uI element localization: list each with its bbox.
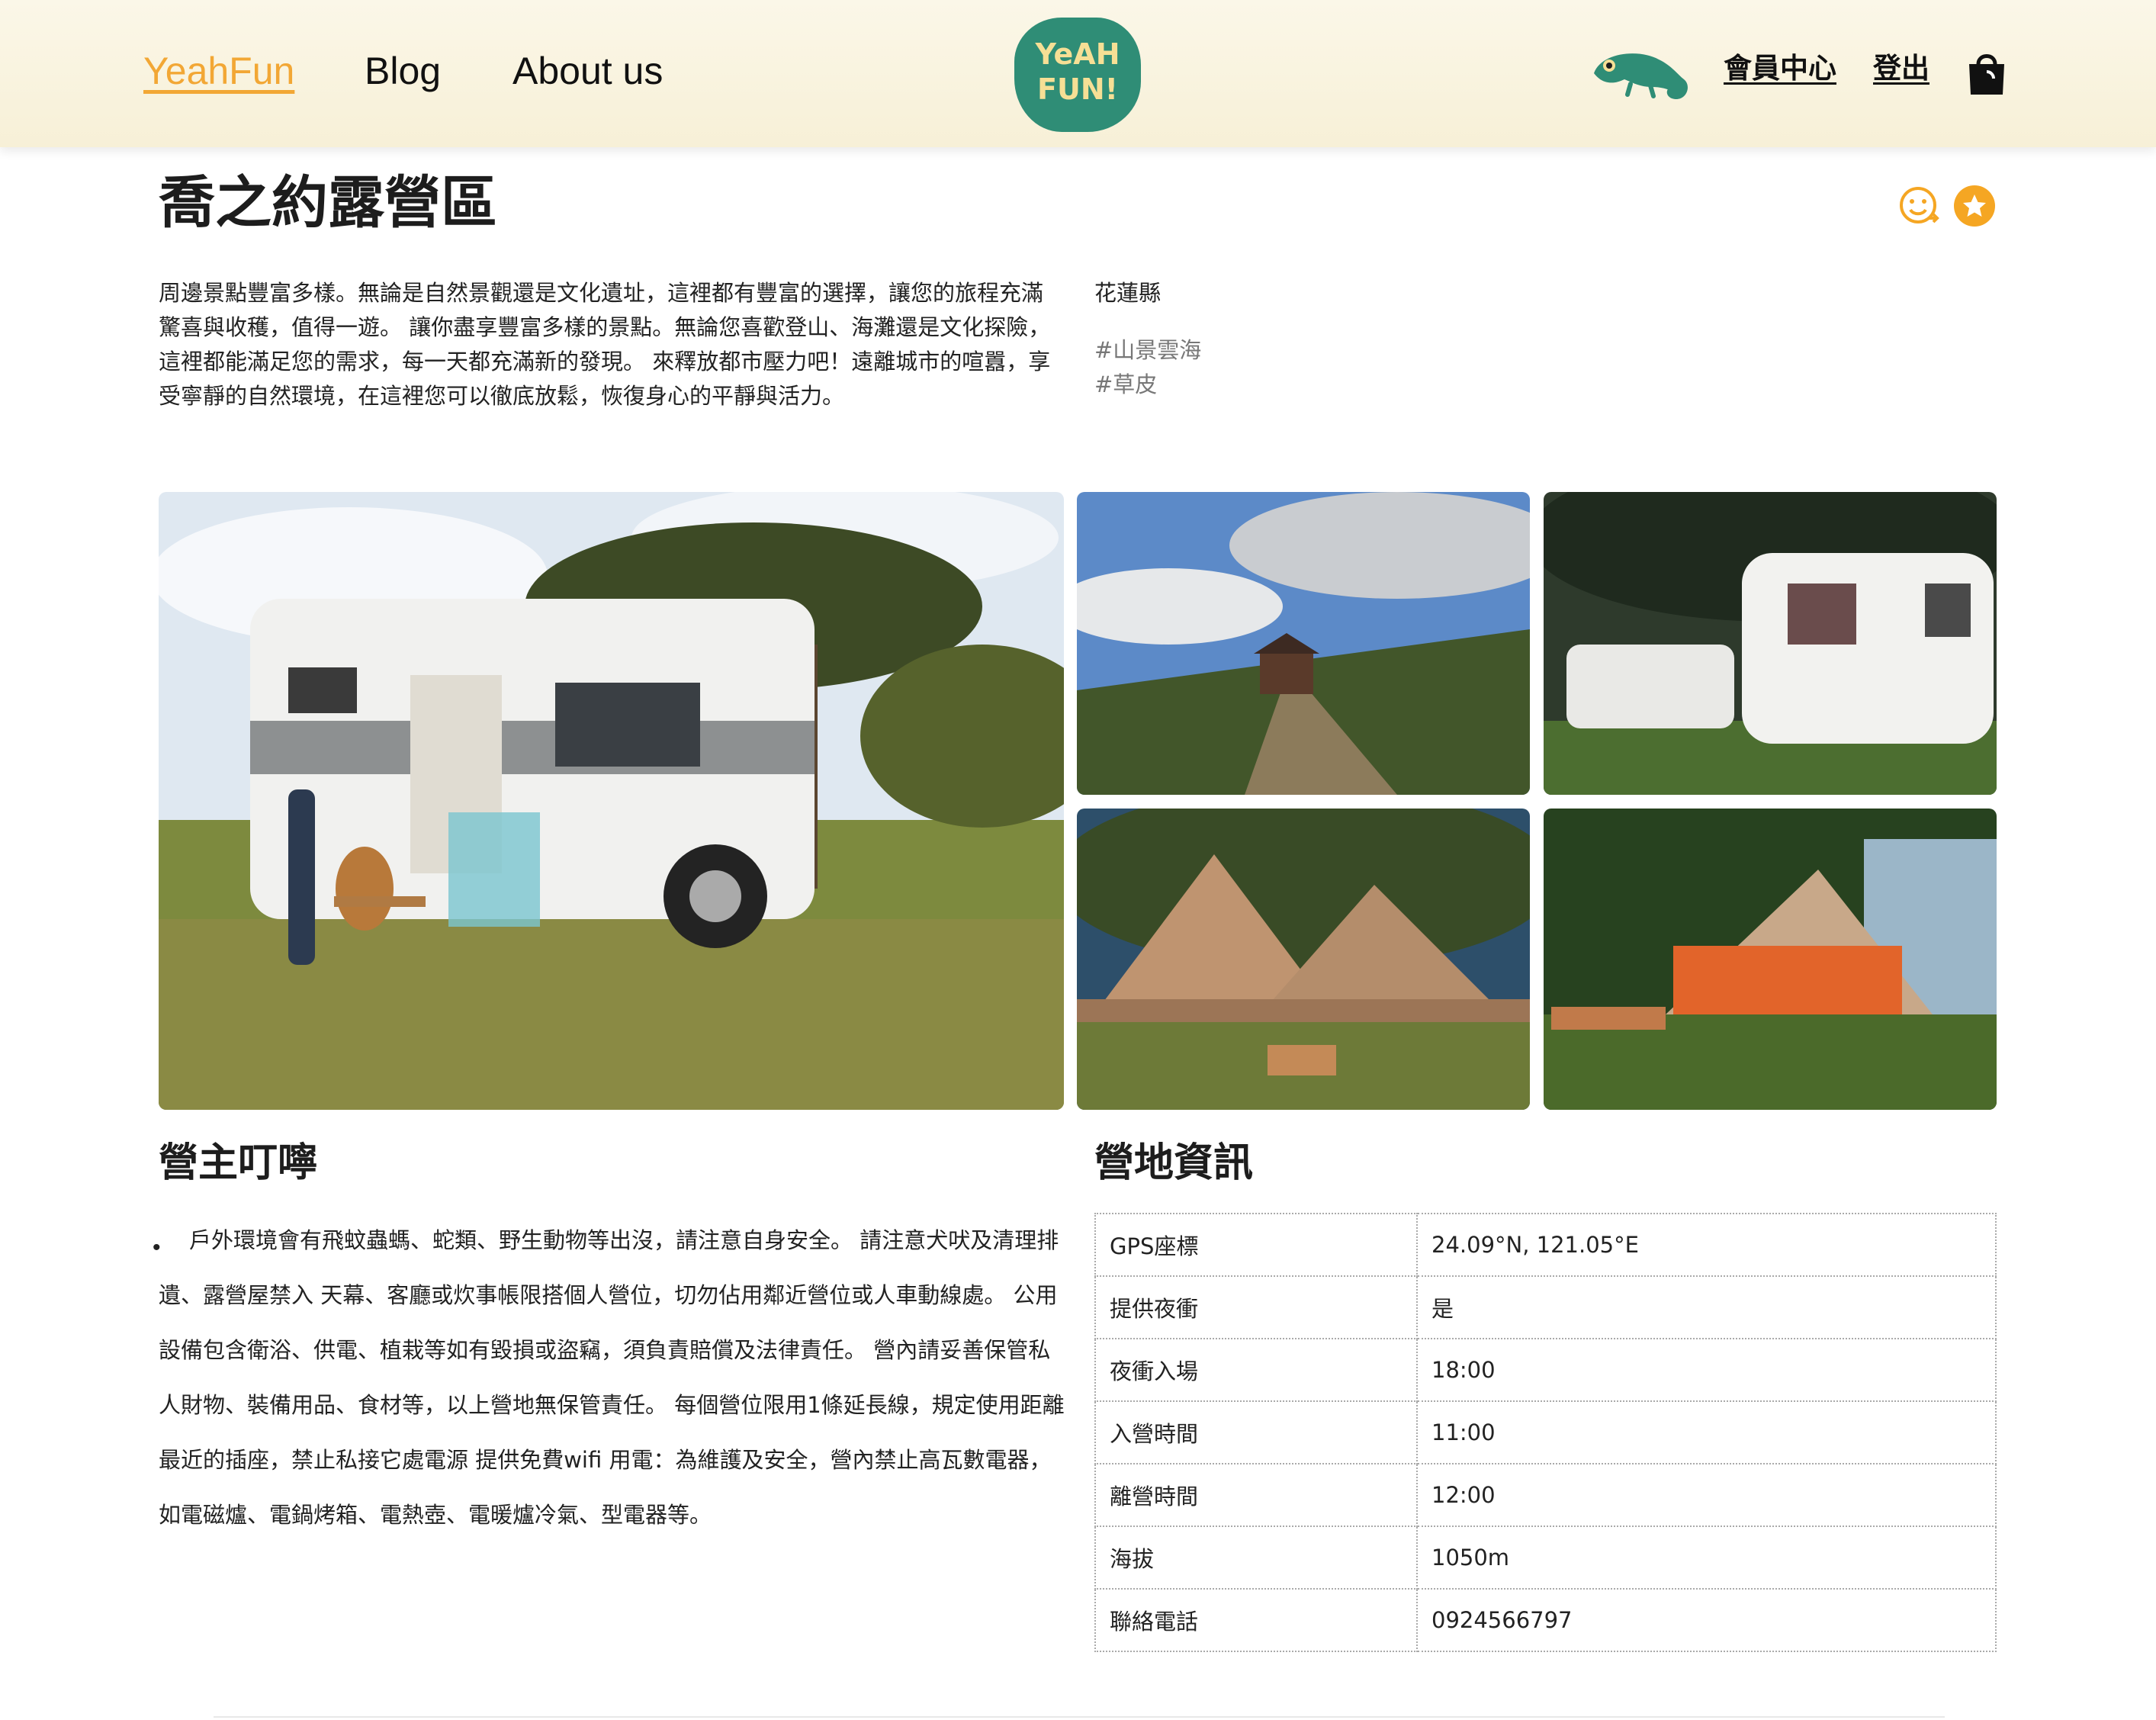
site-logo[interactable]: YeAH FUN! [1014,18,1141,132]
tag-mountain-clouds[interactable]: #山景雲海 [1094,333,1201,368]
member-center-link[interactable]: 會員中心 [1724,47,1836,90]
info-label-phone: 聯絡電話 [1094,1588,1418,1652]
photo-tipi-tents[interactable] [1077,809,1530,1110]
table-row: 提供夜衝 是 [1094,1275,1997,1339]
info-value-night-rush: 是 [1416,1275,1997,1339]
chameleon-icon [1594,53,1688,99]
info-label-gps: GPS座標 [1094,1213,1418,1277]
site-header: YeahFun Blog About us YeAH FUN! 會員中心 登出 [0,0,2156,147]
table-row: 海拔 1050m [1094,1525,1997,1590]
logo-text-line2: FUN! [1037,72,1118,106]
table-row: 離營時間 12:00 [1094,1463,1997,1527]
nav-blog-link[interactable]: Blog [365,44,441,98]
shopping-bag-icon[interactable] [1965,49,2009,98]
info-label-altitude: 海拔 [1094,1525,1418,1590]
photo-caravans[interactable] [1544,492,1997,795]
campsite-info-table: GPS座標 24.09°N, 121.05°E 提供夜衝 是 夜衝入場 18:0… [1094,1213,1997,1652]
nav-about-link[interactable]: About us [512,44,663,98]
table-row: 夜衝入場 18:00 [1094,1338,1997,1402]
info-label-night-rush: 提供夜衝 [1094,1275,1418,1339]
footer-divider [214,1716,1945,1718]
nav-home-link[interactable]: YeahFun [143,44,294,98]
info-title: 營地資訊 [1094,1140,1254,1186]
notes-title: 營主叮嚀 [159,1140,318,1186]
info-value-gps: 24.09°N, 121.05°E [1416,1213,1997,1277]
campsite-title: 喬之約露營區 [159,170,497,236]
info-label-check-in: 入營時間 [1094,1400,1418,1464]
county-label: 花蓮縣 [1094,280,1162,306]
campsite-description: 周邊景點豐富多樣。無論是自然景觀還是文化遺址，這裡都有豐富的選擇，讓您的旅程充滿… [159,280,1051,409]
info-value-check-in: 11:00 [1416,1400,1997,1464]
info-value-night-entry: 18:00 [1416,1338,1997,1402]
info-value-phone: 0924566797 [1416,1588,1997,1652]
photo-farm-cabin[interactable] [1077,492,1530,795]
info-label-night-entry: 夜衝入場 [1094,1338,1418,1402]
photo-orange-tent[interactable] [1544,809,1997,1110]
smiley-share-icon[interactable] [1897,185,1940,227]
table-row: GPS座標 24.09°N, 121.05°E [1094,1213,1997,1277]
star-icon[interactable] [1953,185,1996,227]
logo-text-line1: YeAH [1035,37,1120,71]
logout-link[interactable]: 登出 [1873,47,1929,90]
photo-campervan[interactable] [159,492,1064,1110]
info-value-altitude: 1050m [1416,1525,1997,1590]
table-row: 入營時間 11:00 [1094,1400,1997,1464]
table-row: 聯絡電話 0924566797 [1094,1588,1997,1652]
notes-text: 戶外環境會有飛蚊蟲螞、蛇類、野生動物等出沒，請注意自身安全。 請注意犬吠及清理排… [159,1227,1065,1528]
info-label-check-out: 離營時間 [1094,1463,1418,1527]
info-value-check-out: 12:00 [1416,1463,1997,1527]
tag-lawn[interactable]: #草皮 [1094,368,1157,402]
